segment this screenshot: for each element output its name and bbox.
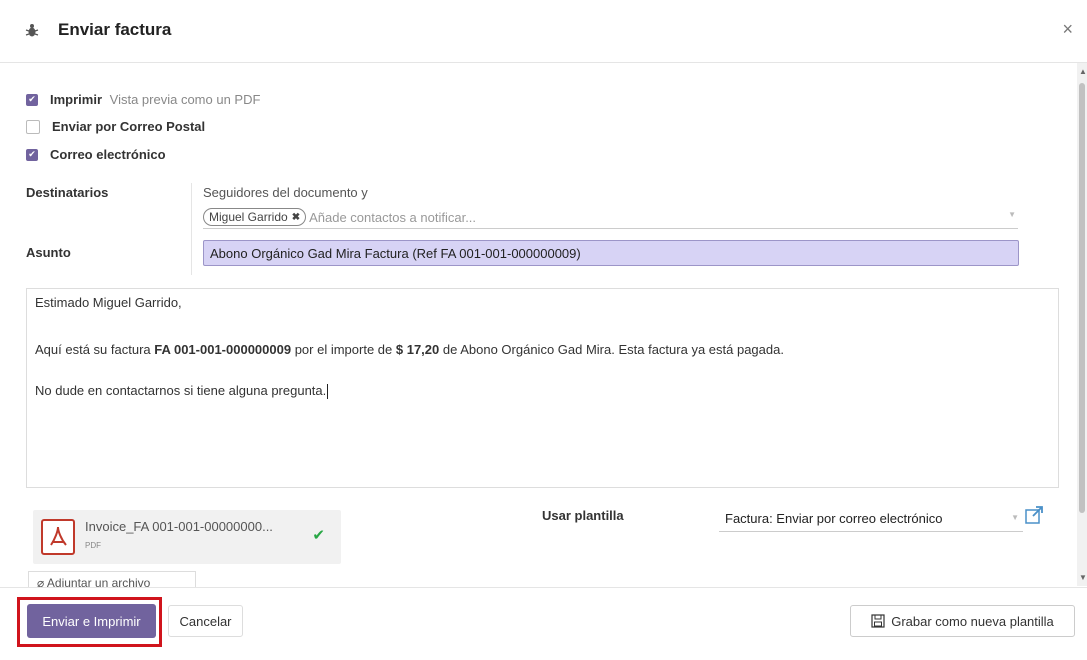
email-checkbox[interactable]: ✔ (26, 148, 38, 161)
followers-text: Seguidores del documento y (203, 185, 368, 200)
check-icon: ✔ (312, 527, 325, 544)
postal-label: Enviar por Correo Postal (52, 119, 206, 134)
text-cursor (327, 384, 329, 400)
recipients-input[interactable]: Miguel Garrido ✖ Añade contactos a notif… (203, 206, 1018, 229)
recipients-label: Destinatarios (26, 185, 109, 200)
option-email[interactable]: ✔ Correo electrónico (26, 147, 166, 162)
attachment-type: PDF (85, 541, 101, 550)
floppy-icon (871, 614, 885, 628)
close-icon[interactable]: × (1062, 19, 1073, 40)
chevron-down-icon[interactable]: ▼ (1008, 210, 1016, 219)
body-line-invoice: Aquí está su factura FA 001-001-00000000… (35, 342, 784, 357)
bug-icon (25, 24, 39, 37)
print-hint: Vista previa como un PDF (109, 92, 261, 107)
scroll-down-icon[interactable]: ▼ (1079, 573, 1087, 582)
recipients-placeholder: Añade contactos a notificar... (309, 209, 477, 225)
attachment-name: Invoice_FA 001-001-00000000... (85, 519, 273, 534)
external-link-icon[interactable] (1024, 505, 1044, 525)
print-checkbox[interactable]: ✔ (26, 93, 38, 106)
save-template-button[interactable]: Grabar como nueva plantilla (850, 605, 1075, 637)
postal-checkbox[interactable] (26, 119, 40, 134)
chevron-down-icon[interactable]: ▼ (1011, 513, 1019, 522)
print-label: Imprimir (50, 92, 103, 107)
scrollbar[interactable]: ▲ ▼ (1077, 63, 1087, 586)
modal-header: Enviar factura × (0, 0, 1087, 63)
scroll-up-icon[interactable]: ▲ (1079, 67, 1087, 76)
scroll-thumb[interactable] (1079, 83, 1085, 513)
cancel-button[interactable]: Cancelar (168, 605, 243, 637)
template-value: Factura: Enviar por correo electrónico (725, 510, 943, 526)
option-postal[interactable]: Enviar por Correo Postal (26, 119, 205, 134)
recipient-tag: Miguel Garrido ✖ (203, 208, 307, 226)
field-divider (191, 183, 192, 275)
attachment-card[interactable]: Invoice_FA 001-001-00000000... PDF ✔ (33, 510, 341, 564)
body-line-contact: No dude en contactarnos si tiene alguna … (35, 383, 329, 400)
template-select[interactable]: Factura: Enviar por correo electrónico ▼ (719, 505, 1023, 532)
send-print-button[interactable]: Enviar e Imprimir (27, 604, 156, 638)
modal-title: Enviar factura (58, 20, 172, 39)
recipient-tag-label: Miguel Garrido (209, 210, 288, 224)
pdf-icon (41, 519, 75, 555)
subject-field[interactable]: Abono Orgánico Gad Mira Factura (Ref FA … (203, 240, 1019, 266)
template-label: Usar plantilla (542, 508, 624, 523)
body-greeting: Estimado Miguel Garrido, (35, 295, 182, 310)
email-label: Correo electrónico (50, 147, 166, 162)
message-editor[interactable]: Estimado Miguel Garrido, Aquí está su fa… (26, 288, 1059, 488)
option-print[interactable]: ✔ Imprimir Vista previa como un PDF (26, 92, 260, 107)
save-template-label: Grabar como nueva plantilla (891, 613, 1054, 629)
remove-tag-icon[interactable]: ✖ (292, 212, 300, 223)
subject-label: Asunto (26, 245, 71, 260)
